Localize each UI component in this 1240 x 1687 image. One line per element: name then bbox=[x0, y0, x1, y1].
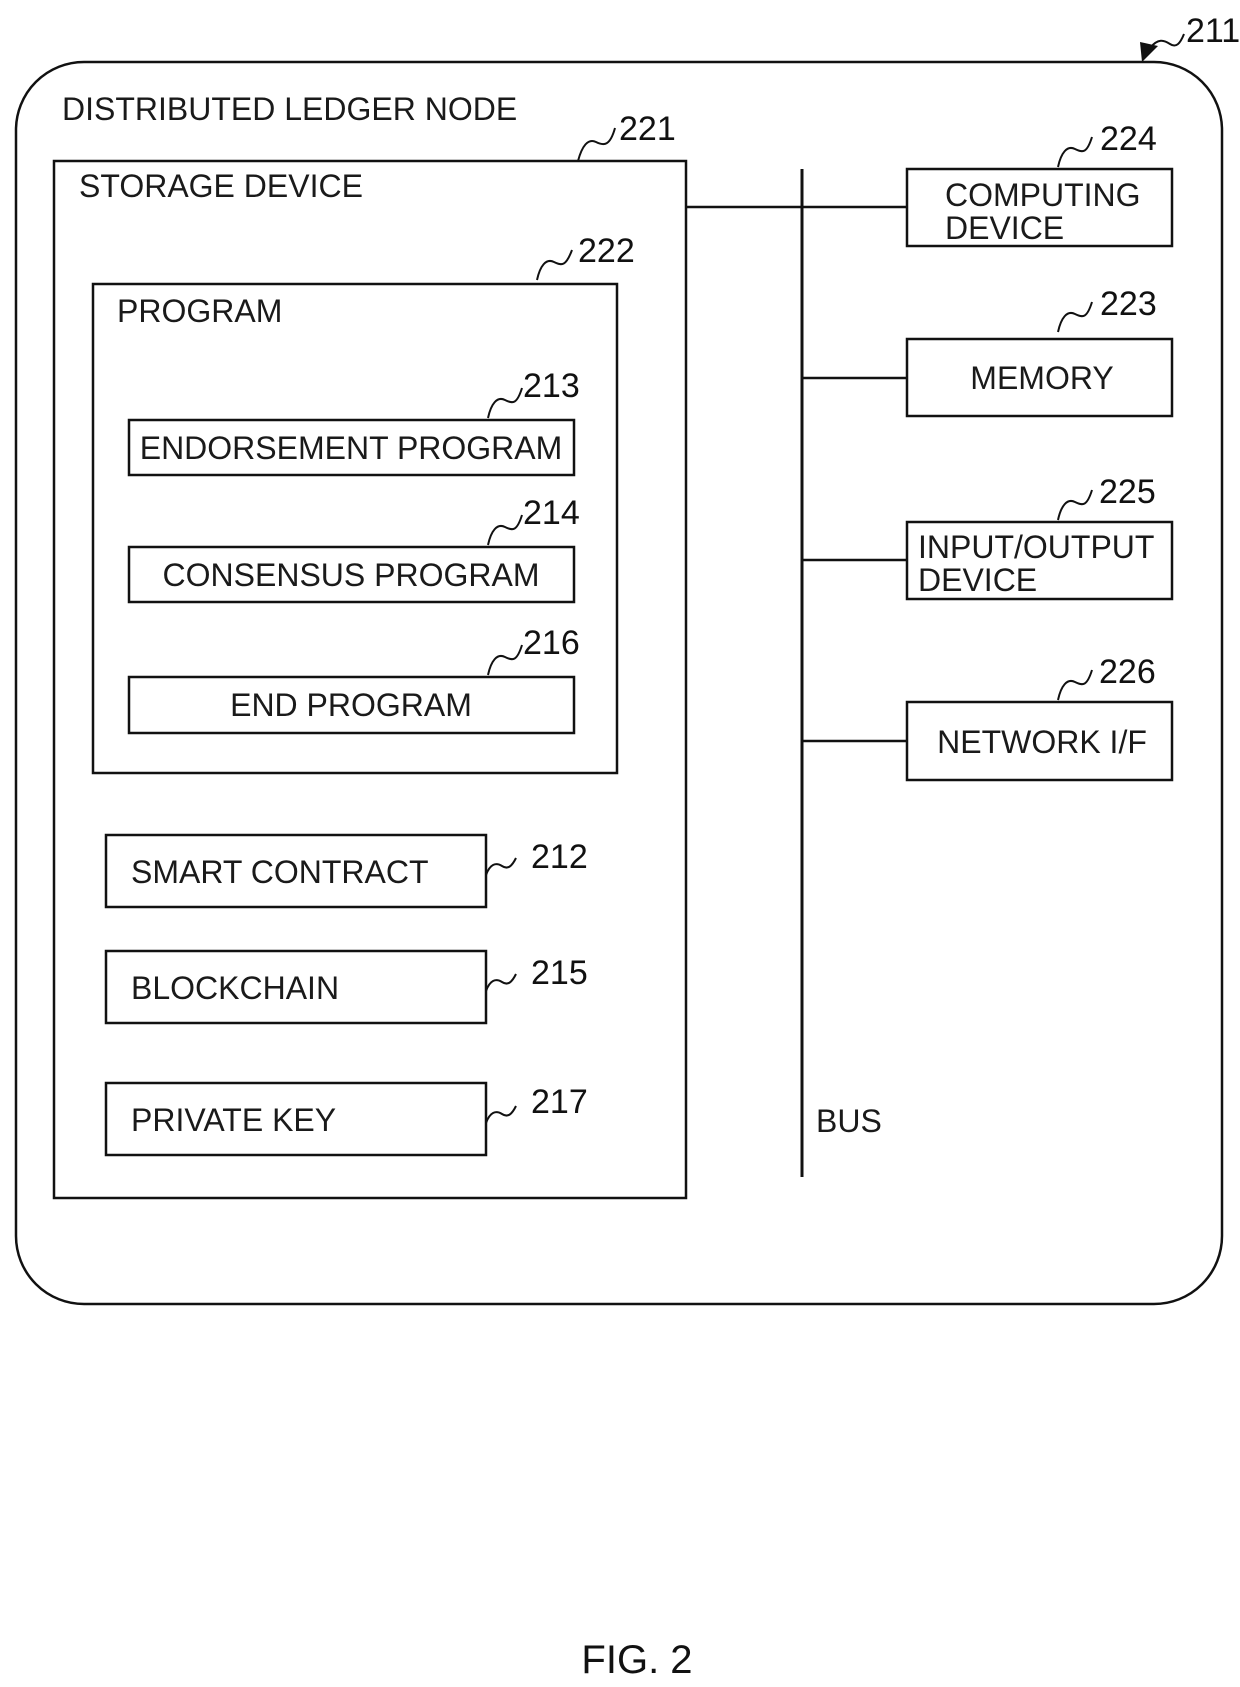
io-device-label-line2: DEVICE bbox=[918, 562, 1037, 598]
storage-ref: 221 bbox=[619, 110, 676, 148]
network-if-ref: 226 bbox=[1099, 653, 1156, 691]
block-diagram: DISTRIBUTED LEDGER NODE 211 STORAGE DEVI… bbox=[14, 12, 1240, 1682]
node-arrow-icon bbox=[1140, 42, 1158, 62]
memory-label: MEMORY bbox=[970, 360, 1113, 396]
private-key-label: PRIVATE KEY bbox=[131, 1102, 336, 1138]
computing-device-ref: 224 bbox=[1100, 120, 1157, 158]
consensus-ref: 214 bbox=[523, 494, 580, 532]
program-ref: 222 bbox=[578, 232, 635, 270]
figure-caption: FIG. 2 bbox=[581, 1638, 692, 1682]
node-ref: 211 bbox=[1186, 12, 1240, 50]
smart-contract-label: SMART CONTRACT bbox=[131, 854, 429, 890]
io-device-label-line1: INPUT/OUTPUT bbox=[918, 529, 1154, 565]
endorsement-ref: 213 bbox=[523, 367, 580, 405]
memory-ref: 223 bbox=[1100, 285, 1157, 323]
bus-label: BUS bbox=[816, 1103, 882, 1139]
end-program-ref: 216 bbox=[523, 624, 580, 662]
io-device-ref: 225 bbox=[1099, 473, 1156, 511]
blockchain-ref: 215 bbox=[531, 954, 588, 992]
blockchain-label: BLOCKCHAIN bbox=[131, 970, 339, 1006]
smart-contract-ref: 212 bbox=[531, 838, 588, 876]
node-label: DISTRIBUTED LEDGER NODE bbox=[62, 91, 517, 127]
consensus-program-label: CONSENSUS PROGRAM bbox=[163, 557, 540, 593]
computing-device-label-line2: DEVICE bbox=[945, 210, 1064, 246]
network-if-label: NETWORK I/F bbox=[937, 724, 1147, 760]
end-program-label: END PROGRAM bbox=[230, 687, 472, 723]
computing-device-label-line1: COMPUTING bbox=[945, 177, 1141, 213]
endorsement-program-label: ENDORSEMENT PROGRAM bbox=[140, 430, 563, 466]
program-label: PROGRAM bbox=[117, 293, 282, 329]
private-key-ref: 217 bbox=[531, 1083, 588, 1121]
storage-device-label: STORAGE DEVICE bbox=[79, 168, 363, 204]
